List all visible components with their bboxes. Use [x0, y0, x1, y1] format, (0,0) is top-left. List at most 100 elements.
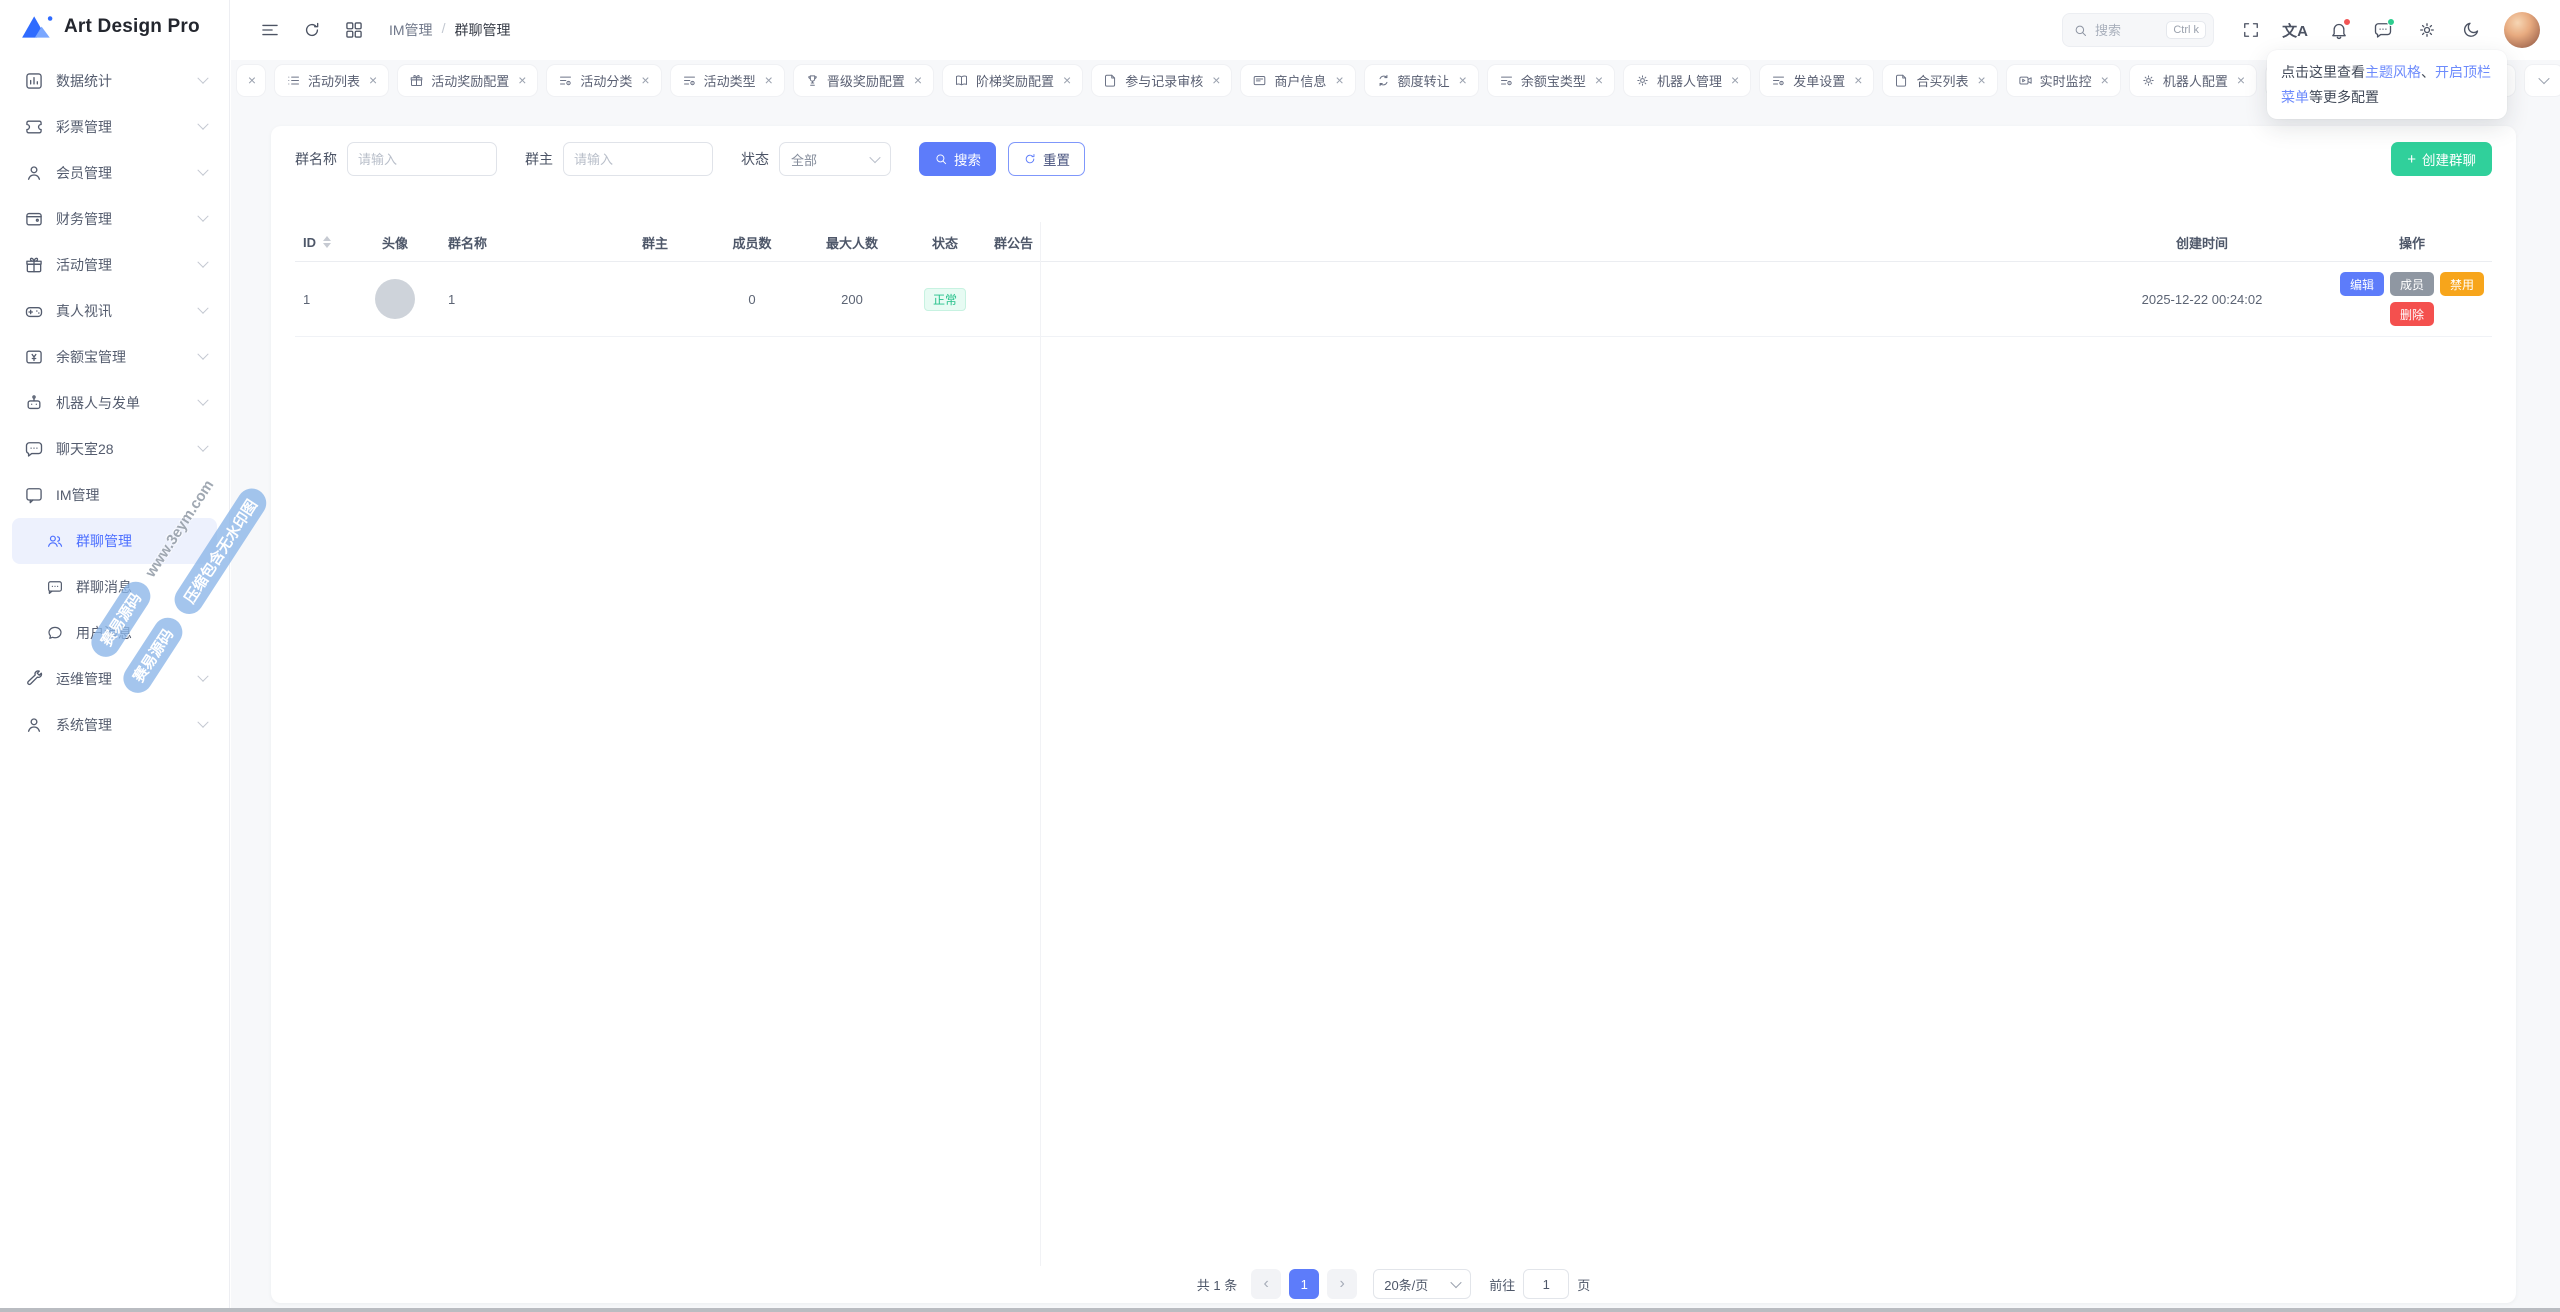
- group-name-input[interactable]: [347, 142, 497, 176]
- document-icon: [1894, 73, 1909, 88]
- close-icon[interactable]: ×: [1459, 73, 1467, 87]
- tab-dispatch-settings[interactable]: 发单设置×: [1760, 65, 1873, 96]
- close-icon[interactable]: ×: [518, 73, 526, 87]
- refresh-page-button[interactable]: [293, 11, 331, 49]
- close-icon[interactable]: ×: [1977, 73, 1985, 87]
- delete-button[interactable]: 删除: [2390, 302, 2434, 326]
- sidebar-item-robot-dispatch[interactable]: 机器人与发单: [12, 380, 217, 426]
- tab-group-buy-list[interactable]: 合买列表×: [1883, 65, 1996, 96]
- table-row: 1 1 0 200 正常 2025-12-22 00:24:02 编辑 成员: [295, 262, 2492, 337]
- app-logo[interactable]: Art Design Pro: [12, 8, 217, 58]
- tab-clipped[interactable]: ×: [237, 65, 265, 96]
- theme-style-link[interactable]: 主题风格: [2365, 64, 2421, 80]
- reset-button[interactable]: 重置: [1008, 142, 1085, 176]
- global-search[interactable]: Ctrl k: [2062, 13, 2214, 47]
- chevron-down-icon: [197, 303, 208, 314]
- tab-activity-type[interactable]: 活动类型×: [671, 65, 784, 96]
- close-icon[interactable]: ×: [2101, 73, 2109, 87]
- app-title: Art Design Pro: [64, 16, 200, 38]
- sort-icon[interactable]: [323, 236, 331, 248]
- members-button[interactable]: 成员: [2390, 272, 2434, 296]
- list-settings-icon: [558, 73, 573, 88]
- collapse-sidebar-button[interactable]: [251, 11, 289, 49]
- chart-icon: [24, 71, 44, 91]
- tab-promotion-reward-config[interactable]: 晋级奖励配置×: [794, 65, 933, 96]
- tabs-overflow-button[interactable]: [2525, 65, 2560, 96]
- close-icon[interactable]: ×: [2237, 73, 2245, 87]
- status-select[interactable]: 全部: [779, 142, 891, 176]
- cell-created-at: 2025-12-22 00:24:02: [2072, 279, 2332, 319]
- user-avatar[interactable]: [2504, 12, 2540, 48]
- close-icon[interactable]: ×: [1335, 73, 1343, 87]
- close-icon[interactable]: ×: [1595, 73, 1603, 87]
- page-1-button[interactable]: 1: [1289, 1269, 1319, 1299]
- close-icon[interactable]: ×: [1731, 73, 1739, 87]
- tab-quota-transfer[interactable]: 额度转让×: [1365, 65, 1478, 96]
- breadcrumb-current: 群聊管理: [454, 20, 510, 40]
- search-input[interactable]: [2095, 23, 2147, 38]
- chevron-down-icon: [197, 349, 208, 360]
- chevron-down-icon: [197, 119, 208, 130]
- close-icon[interactable]: ×: [765, 73, 773, 87]
- page-size-select[interactable]: 20条/页: [1373, 1269, 1471, 1299]
- messages-button[interactable]: [2364, 11, 2402, 49]
- sidebar-item-live-video[interactable]: 真人视讯: [12, 288, 217, 334]
- fullscreen-button[interactable]: [2232, 11, 2270, 49]
- close-icon[interactable]: ×: [1212, 73, 1220, 87]
- tab-robot-management[interactable]: 机器人管理×: [1624, 65, 1750, 96]
- sidebar-item-lottery[interactable]: 彩票管理: [12, 104, 217, 150]
- message-dot: [2387, 18, 2395, 26]
- logo-mountain-icon: [20, 12, 54, 42]
- tab-realtime-monitor[interactable]: 实时监控×: [2007, 65, 2120, 96]
- tab-yuebao-type[interactable]: 余额宝类型×: [1488, 65, 1614, 96]
- owner-input[interactable]: [563, 142, 713, 176]
- settings-button[interactable]: [2408, 11, 2446, 49]
- tab-activity-list[interactable]: 活动列表×: [275, 65, 388, 96]
- sidebar-item-system-management[interactable]: 系统管理: [12, 702, 217, 748]
- chevron-down-icon: [197, 257, 208, 268]
- tab-activity-category[interactable]: 活动分类×: [547, 65, 660, 96]
- sidebar-item-activity[interactable]: 活动管理: [12, 242, 217, 288]
- close-icon[interactable]: ×: [1063, 73, 1071, 87]
- sidebar-item-yuebao[interactable]: 余额宝管理: [12, 334, 217, 380]
- edit-button[interactable]: 编辑: [2340, 272, 2384, 296]
- column-header-id[interactable]: ID: [295, 222, 350, 262]
- cell-id: 1: [295, 279, 350, 319]
- close-icon[interactable]: ×: [641, 73, 649, 87]
- tools-icon: [24, 669, 44, 689]
- chevron-down-icon: [197, 73, 208, 84]
- notifications-button[interactable]: [2320, 11, 2358, 49]
- sidebar-item-ops-management[interactable]: 运维管理: [12, 656, 217, 702]
- cell-actions: 编辑 成员 禁用 删除: [2332, 262, 2492, 336]
- tab-merchant-info[interactable]: 商户信息×: [1241, 65, 1354, 96]
- close-icon[interactable]: ×: [1854, 73, 1862, 87]
- search-button[interactable]: 搜索: [919, 142, 996, 176]
- tab-participation-review[interactable]: 参与记录审核×: [1092, 65, 1231, 96]
- language-button[interactable]: 文A: [2276, 11, 2314, 49]
- card-icon: [1252, 73, 1267, 88]
- apps-grid-button[interactable]: [335, 11, 373, 49]
- close-icon[interactable]: ×: [248, 73, 256, 87]
- tab-ladder-reward-config[interactable]: 阶梯奖励配置×: [943, 65, 1082, 96]
- hamburger-icon: [260, 20, 280, 40]
- close-icon[interactable]: ×: [914, 73, 922, 87]
- goto-page-input[interactable]: [1523, 1269, 1569, 1299]
- plus-icon: +: [2407, 152, 2416, 167]
- sidebar-item-members[interactable]: 会员管理: [12, 150, 217, 196]
- dark-mode-button[interactable]: [2452, 11, 2490, 49]
- user-icon: [24, 163, 44, 183]
- cell-group-name: 1: [440, 279, 634, 319]
- tab-robot-config[interactable]: 机器人配置×: [2130, 65, 2256, 96]
- sidebar-item-finance[interactable]: 财务管理: [12, 196, 217, 242]
- tab-activity-reward-config[interactable]: 活动奖励配置×: [398, 65, 537, 96]
- close-icon[interactable]: ×: [369, 73, 377, 87]
- create-group-button[interactable]: + 创建群聊: [2391, 142, 2492, 176]
- list-icon: [286, 73, 301, 88]
- chevron-down-icon: [1451, 1277, 1462, 1288]
- sidebar-item-chatroom28[interactable]: 聊天室28: [12, 426, 217, 472]
- next-page-button[interactable]: ›: [1327, 1269, 1357, 1299]
- breadcrumb-parent[interactable]: IM管理: [389, 20, 433, 40]
- disable-button[interactable]: 禁用: [2440, 272, 2484, 296]
- sidebar-item-data-statistics[interactable]: 数据统计: [12, 58, 217, 104]
- prev-page-button[interactable]: ‹: [1251, 1269, 1281, 1299]
